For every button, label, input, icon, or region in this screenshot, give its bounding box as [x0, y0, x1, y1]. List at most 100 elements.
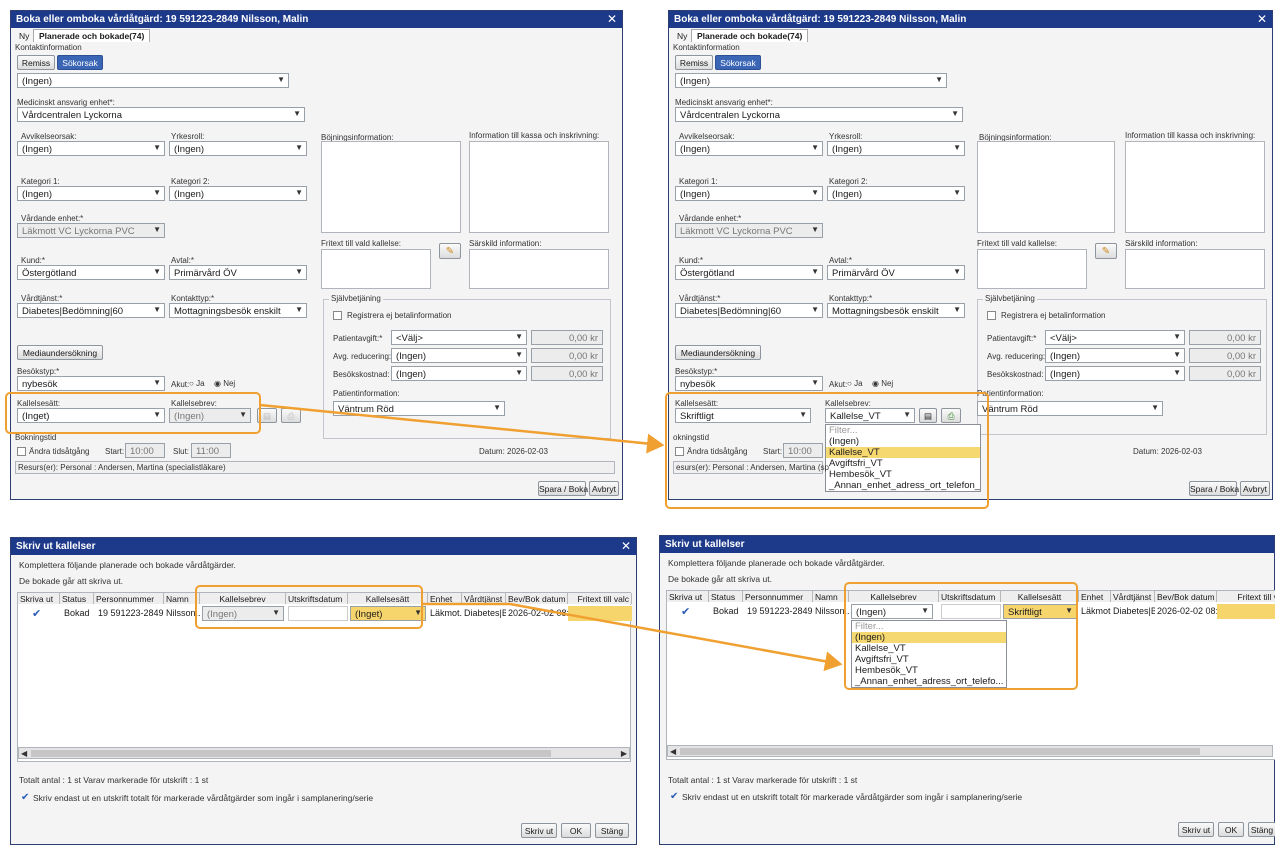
print-checkbox[interactable]: ✔ [30, 606, 43, 621]
avg-red-select[interactable]: (Ingen) ▼ [1045, 348, 1185, 363]
sarskild-textarea[interactable] [1125, 249, 1265, 289]
vardtjanst-select[interactable]: Diabetes|Bedömning|60 ▼ [17, 303, 165, 318]
kategori1-select[interactable]: (Ingen) ▼ [17, 186, 165, 201]
col-header[interactable]: Enhet [428, 593, 462, 604]
reason-select[interactable]: (Ingen) ▼ [675, 73, 947, 88]
col-header[interactable]: Skriva ut [18, 593, 60, 604]
media-button[interactable]: Mediaundersökning [17, 345, 103, 360]
bojning-textarea[interactable] [977, 141, 1115, 233]
scroll-right-icon[interactable]: ▶ [621, 749, 627, 758]
registrera-checkbox[interactable] [333, 311, 342, 320]
patientinfo-select[interactable]: Väntrum Röd ▼ [977, 401, 1163, 416]
scroll-left-icon[interactable]: ◀ [21, 749, 27, 758]
kategori1-select[interactable]: (Ingen) ▼ [675, 186, 823, 201]
col-header[interactable]: Bev/Bok datum [506, 593, 568, 604]
unit-select[interactable]: Vårdcentralen Lyckorna ▼ [17, 107, 305, 122]
remiss-button[interactable]: Remiss [17, 55, 55, 70]
col-header[interactable]: Personnummer [743, 591, 813, 602]
kund-select[interactable]: Östergötland ▼ [17, 265, 165, 280]
tab-planned[interactable]: Planerade och bokade(74) [691, 29, 809, 42]
besokstyp-select[interactable]: nybesök ▼ [17, 376, 165, 391]
avvikelse-select[interactable]: (Ingen) ▼ [17, 141, 165, 156]
col-header[interactable]: Vårdtjänst [462, 593, 506, 604]
besok-kost-select[interactable]: (Ingen) ▼ [1045, 366, 1185, 381]
sokorsak-button[interactable]: Sökorsak [57, 55, 103, 70]
col-header[interactable]: Bev/Bok datum [1155, 591, 1217, 602]
avtal-select[interactable]: Primärvård ÖV ▼ [827, 265, 965, 280]
unit-select[interactable]: Vårdcentralen Lyckorna ▼ [675, 107, 963, 122]
col-header[interactable]: Skriva ut [667, 591, 709, 602]
serie-checkbox[interactable]: ✔ [21, 792, 29, 803]
col-header[interactable]: Enhet [1079, 591, 1111, 602]
tab-planned[interactable]: Planerade och bokade(74) [33, 29, 151, 42]
vardtjanst-select[interactable]: Diabetes|Bedömning|60 ▼ [675, 303, 823, 318]
col-header[interactable]: Status [60, 593, 94, 604]
avvikelse-select[interactable]: (Ingen) ▼ [675, 141, 823, 156]
yrkesroll-select[interactable]: (Ingen) ▼ [169, 141, 307, 156]
kassa-textarea[interactable] [469, 141, 609, 233]
scroll-left-icon[interactable]: ◀ [670, 747, 676, 756]
fritext-textarea[interactable] [321, 249, 431, 289]
kategori2-select[interactable]: (Ingen) ▼ [827, 186, 965, 201]
reason-select[interactable]: (Ingen) ▼ [17, 73, 289, 88]
horizontal-scrollbar[interactable]: ◀ [667, 745, 1273, 757]
akut-nej-radio[interactable]: ◉ Nej [872, 379, 893, 388]
spara-button[interactable]: Spara / Boka [538, 481, 588, 496]
andra-checkbox[interactable] [17, 447, 26, 456]
yrkesroll-select[interactable]: (Ingen) ▼ [827, 141, 965, 156]
kassa-textarea[interactable] [1125, 141, 1265, 233]
ok-button[interactable]: OK [1218, 822, 1244, 837]
kontakttyp-select[interactable]: Mottagningsbesök enskilt ▼ [169, 303, 307, 318]
bojning-textarea[interactable] [321, 141, 461, 233]
print-checkbox[interactable]: ✔ [679, 604, 692, 619]
scrollbar-thumb[interactable] [680, 748, 1200, 755]
close-icon[interactable]: ✕ [621, 539, 631, 553]
patientavgift-select[interactable]: <Välj> ▼ [1045, 330, 1185, 345]
print-button[interactable]: Skriv ut [1178, 822, 1214, 837]
edit-pencil-button[interactable]: ✎ [1095, 243, 1117, 259]
col-header[interactable]: Personnummer [94, 593, 164, 604]
close-icon[interactable]: ✕ [607, 12, 617, 26]
tab-new[interactable]: Ny [672, 30, 692, 43]
remiss-button[interactable]: Remiss [675, 55, 713, 70]
spara-button[interactable]: Spara / Boka [1189, 481, 1239, 496]
fritext-textarea[interactable] [977, 249, 1087, 289]
horizontal-scrollbar[interactable]: ◀ ▶ [18, 747, 630, 759]
stang-button[interactable]: Stäng [595, 823, 629, 838]
col-header[interactable]: Vårdtjänst [1111, 591, 1155, 602]
stang-button[interactable]: Stäng [1248, 822, 1275, 837]
besokstyp-select[interactable]: nybesök ▼ [675, 376, 823, 391]
col-header[interactable]: Status [709, 591, 743, 602]
avbryt-button[interactable]: Avbryt [589, 481, 619, 496]
scrollbar-thumb[interactable] [31, 750, 551, 757]
col-header[interactable]: Fritext till v [1217, 591, 1275, 602]
avg-red-select[interactable]: (Ingen) ▼ [391, 348, 527, 363]
patientinfo-select[interactable]: Väntrum Röd ▼ [333, 401, 505, 416]
print-button[interactable]: Skriv ut [521, 823, 557, 838]
avtal-value: Primärvård ÖV [174, 268, 237, 279]
serie-checkbox[interactable]: ✔ [670, 791, 678, 802]
edit-pencil-button[interactable]: ✎ [439, 243, 461, 259]
col-header[interactable]: Fritext till valc [568, 593, 632, 604]
kategori2-select[interactable]: (Ingen) ▼ [169, 186, 307, 201]
close-icon[interactable]: ✕ [1257, 12, 1267, 26]
kontakttyp-select[interactable]: Mottagningsbesök enskilt ▼ [827, 303, 965, 318]
avtal-select[interactable]: Primärvård ÖV ▼ [169, 265, 307, 280]
tab-new[interactable]: Ny [14, 30, 34, 43]
patientavgift-select[interactable]: <Välj> ▼ [391, 330, 527, 345]
kund-select[interactable]: Östergötland ▼ [675, 265, 823, 280]
besok-kost-select[interactable]: (Ingen) ▼ [391, 366, 527, 381]
fritext-cell[interactable] [1217, 604, 1275, 619]
akut-ja-radio[interactable]: ○ Ja [847, 379, 863, 388]
ok-button[interactable]: OK [561, 823, 591, 838]
registrera-checkbox[interactable] [987, 311, 996, 320]
sarskild-textarea[interactable] [469, 249, 609, 289]
registrera-label: Registrera ej betalinformation [347, 311, 452, 320]
fritext-cell[interactable] [568, 606, 632, 621]
akut-nej-radio[interactable]: ◉ Nej [214, 379, 235, 388]
avbryt-button[interactable]: Avbryt [1240, 481, 1270, 496]
andra-checkbox[interactable] [675, 447, 684, 456]
media-button[interactable]: Mediaundersökning [675, 345, 761, 360]
sokorsak-button[interactable]: Sökorsak [715, 55, 761, 70]
akut-ja-radio[interactable]: ○ Ja [189, 379, 205, 388]
